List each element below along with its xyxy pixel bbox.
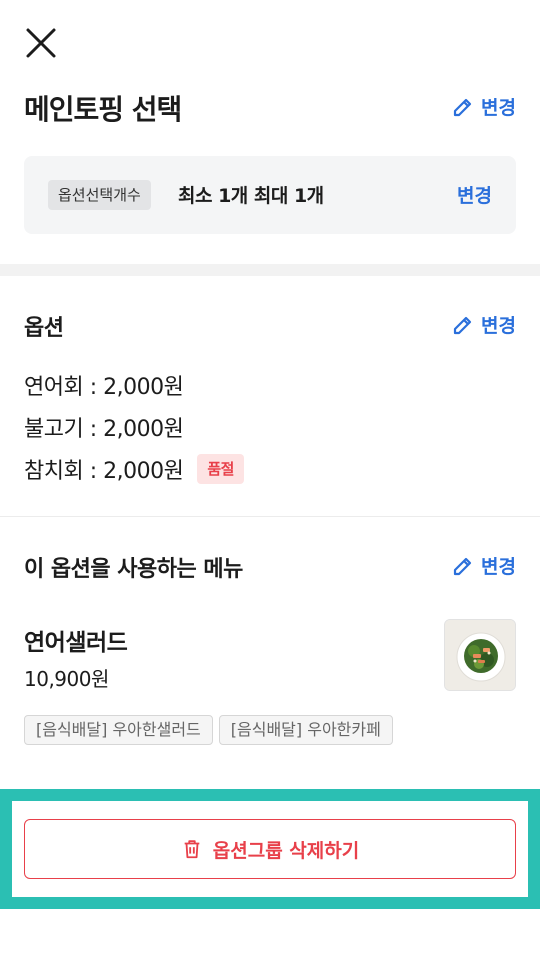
change-count-button[interactable]: 변경 xyxy=(457,181,492,208)
trash-icon xyxy=(184,840,200,859)
options-section-title: 옵션 xyxy=(24,316,64,341)
option-count-text: 최소 1개 최대 1개 xyxy=(178,185,324,207)
option-group-title: 메인토핑 선택 xyxy=(24,93,182,126)
option-item: 연어회 : 2,000원 xyxy=(24,369,184,401)
option-text: 불고기 : 2,000원 xyxy=(24,417,184,442)
delete-label: 옵션그룹 삭제하기 xyxy=(212,839,360,862)
delete-area-highlight: 옵션그룹 삭제하기 xyxy=(0,789,540,909)
option-item: 참치회 : 2,000원 품절 xyxy=(24,453,244,485)
pencil-icon xyxy=(453,557,472,575)
menu-name: 연어샐러드 xyxy=(24,630,128,656)
close-icon xyxy=(26,28,56,58)
option-text: 연어회 : 2,000원 xyxy=(24,375,184,400)
salad-bowl-image xyxy=(445,620,515,690)
menus-section-title: 이 옵션을 사용하는 메뉴 xyxy=(24,557,243,582)
menu-price: 10,900원 xyxy=(24,667,109,691)
edit-group-title-button[interactable]: 변경 xyxy=(451,93,516,120)
edit-label: 변경 xyxy=(481,315,516,337)
soldout-badge: 품절 xyxy=(197,454,244,484)
shop-tag-list: [음식배달] 우아한샐러드 [음식배달] 우아한카페 xyxy=(24,715,393,745)
option-item: 불고기 : 2,000원 xyxy=(24,411,184,443)
edit-label: 변경 xyxy=(481,97,516,119)
edit-options-button[interactable]: 변경 xyxy=(451,311,516,338)
edit-menus-button[interactable]: 변경 xyxy=(451,552,516,579)
delete-option-group-button[interactable]: 옵션그룹 삭제하기 xyxy=(24,819,516,879)
close-button[interactable] xyxy=(24,26,58,60)
option-text: 참치회 : 2,000원 xyxy=(24,459,184,484)
pencil-icon xyxy=(453,316,472,334)
shop-tag[interactable]: [음식배달] 우아한샐러드 xyxy=(24,715,213,745)
edit-label: 변경 xyxy=(481,556,516,578)
section-divider xyxy=(0,516,540,517)
option-count-chip: 옵션선택개수 xyxy=(48,180,151,210)
option-count-box: 옵션선택개수 최소 1개 최대 1개 변경 xyxy=(24,156,516,234)
section-divider xyxy=(0,264,540,276)
menu-thumbnail xyxy=(444,619,516,691)
shop-tag[interactable]: [음식배달] 우아한카페 xyxy=(218,715,393,745)
pencil-icon xyxy=(453,98,472,116)
